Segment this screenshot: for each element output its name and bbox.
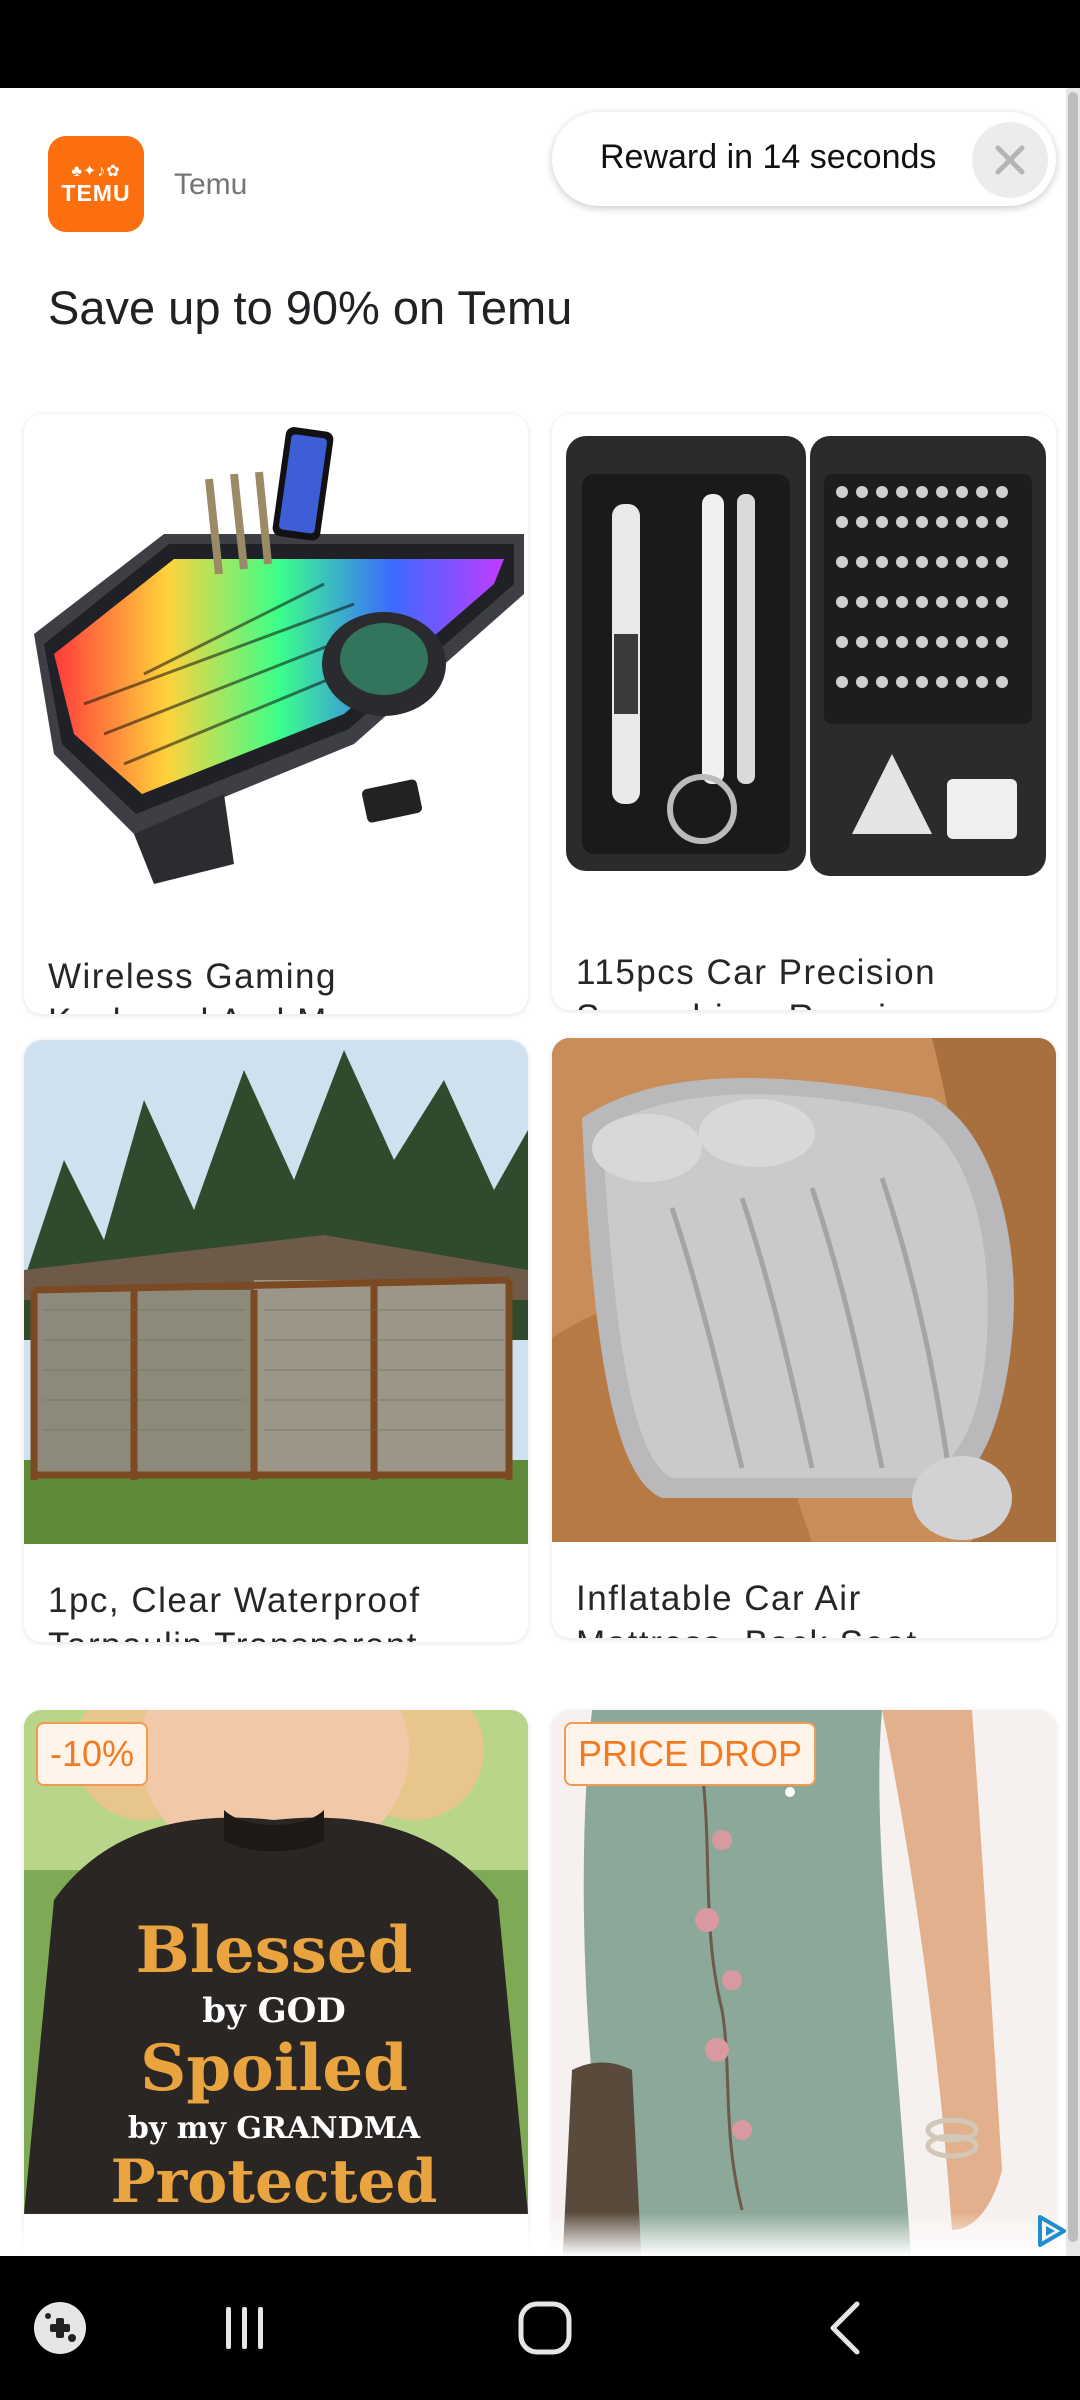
scrollbar-thumb[interactable] <box>1068 92 1078 2242</box>
product-card[interactable]: 1pc, Clear Waterproof Tarpaulin Transpar… <box>24 1040 528 1642</box>
product-image <box>24 1040 528 1544</box>
advertiser-name[interactable]: Temu <box>174 168 247 202</box>
scrollbar[interactable] <box>1066 88 1080 2256</box>
product-title-line: Screwdriver Repair... <box>576 995 1036 1010</box>
recents-button[interactable] <box>200 2256 290 2400</box>
reward-text: Reward in 14 seconds <box>600 138 937 176</box>
ad-header: ♣✦♪✿ TEMU Temu Save up to 90% on Temu Re… <box>0 88 1080 388</box>
home-button[interactable] <box>500 2256 590 2400</box>
product-title-line: Keyboard And Mouse,... <box>48 999 508 1014</box>
ad-container: ♣✦♪✿ TEMU Temu Save up to 90% on Temu Re… <box>0 88 1080 2256</box>
back-button[interactable] <box>800 2256 890 2400</box>
product-title: 1pc, Clear Waterproof Tarpaulin Transpar… <box>48 1578 508 1642</box>
product-title-line: Mattress, Back Seat... <box>576 1621 1036 1638</box>
recents-icon <box>226 2307 263 2349</box>
status-bar <box>0 0 1080 88</box>
product-title-line: Inflatable Car Air <box>576 1579 862 1618</box>
product-card[interactable]: Inflatable Car Air Mattress, Back Seat..… <box>552 1038 1056 1638</box>
product-title-line: 1pc, Clear Waterproof <box>48 1581 421 1620</box>
bottom-fade <box>0 2212 1066 2256</box>
product-title-line: 115pcs Car Precision <box>576 953 937 992</box>
discount-badge: -10% <box>36 1722 149 1786</box>
product-image <box>552 1710 1056 2256</box>
temu-logo[interactable]: ♣✦♪✿ TEMU <box>48 136 144 232</box>
product-card[interactable]: 115pcs Car Precision Screwdriver Repair.… <box>552 414 1056 1010</box>
reward-countdown: Reward in 14 seconds <box>552 112 1056 206</box>
home-icon <box>518 2301 572 2355</box>
game-launcher-button[interactable] <box>20 2256 100 2400</box>
product-title: Inflatable Car Air Mattress, Back Seat..… <box>576 1576 1036 1638</box>
shirt-text: Blessed <box>136 1913 413 1988</box>
product-card[interactable]: Wireless Gaming Keyboard And Mouse,... <box>24 414 528 1014</box>
shirt-text: Spoiled <box>140 2031 408 2106</box>
product-image <box>552 1038 1056 1542</box>
close-icon <box>995 145 1025 175</box>
product-card[interactable]: Blessed by GOD Spoiled by my GRANDMA Pro… <box>24 1710 528 2256</box>
shirt-text: Protected <box>110 2147 437 2214</box>
game-launcher-icon <box>34 2302 86 2354</box>
shirt-text: by GOD <box>202 1991 346 2031</box>
product-title-line: Wireless Gaming <box>48 957 337 996</box>
ad-headline: Save up to 90% on Temu <box>48 281 573 334</box>
logo-glyphs: ♣✦♪✿ <box>71 163 121 180</box>
close-button[interactable] <box>972 122 1048 198</box>
product-image <box>24 414 528 918</box>
product-title-line: Tarpaulin Transparent... <box>48 1623 508 1642</box>
product-image <box>552 414 1056 918</box>
adchoices-icon[interactable] <box>1034 2214 1068 2248</box>
shirt-text: by my GRANDMA <box>128 2111 421 2146</box>
product-title: 115pcs Car Precision Screwdriver Repair.… <box>576 950 1036 1010</box>
product-card[interactable]: PRICE DROP <box>552 1710 1056 2256</box>
back-icon <box>830 2301 860 2355</box>
navigation-bar <box>0 2256 1080 2400</box>
product-title: Wireless Gaming Keyboard And Mouse,... <box>48 954 508 1014</box>
logo-text: TEMU <box>61 180 131 206</box>
price-drop-badge: PRICE DROP <box>564 1722 817 1786</box>
